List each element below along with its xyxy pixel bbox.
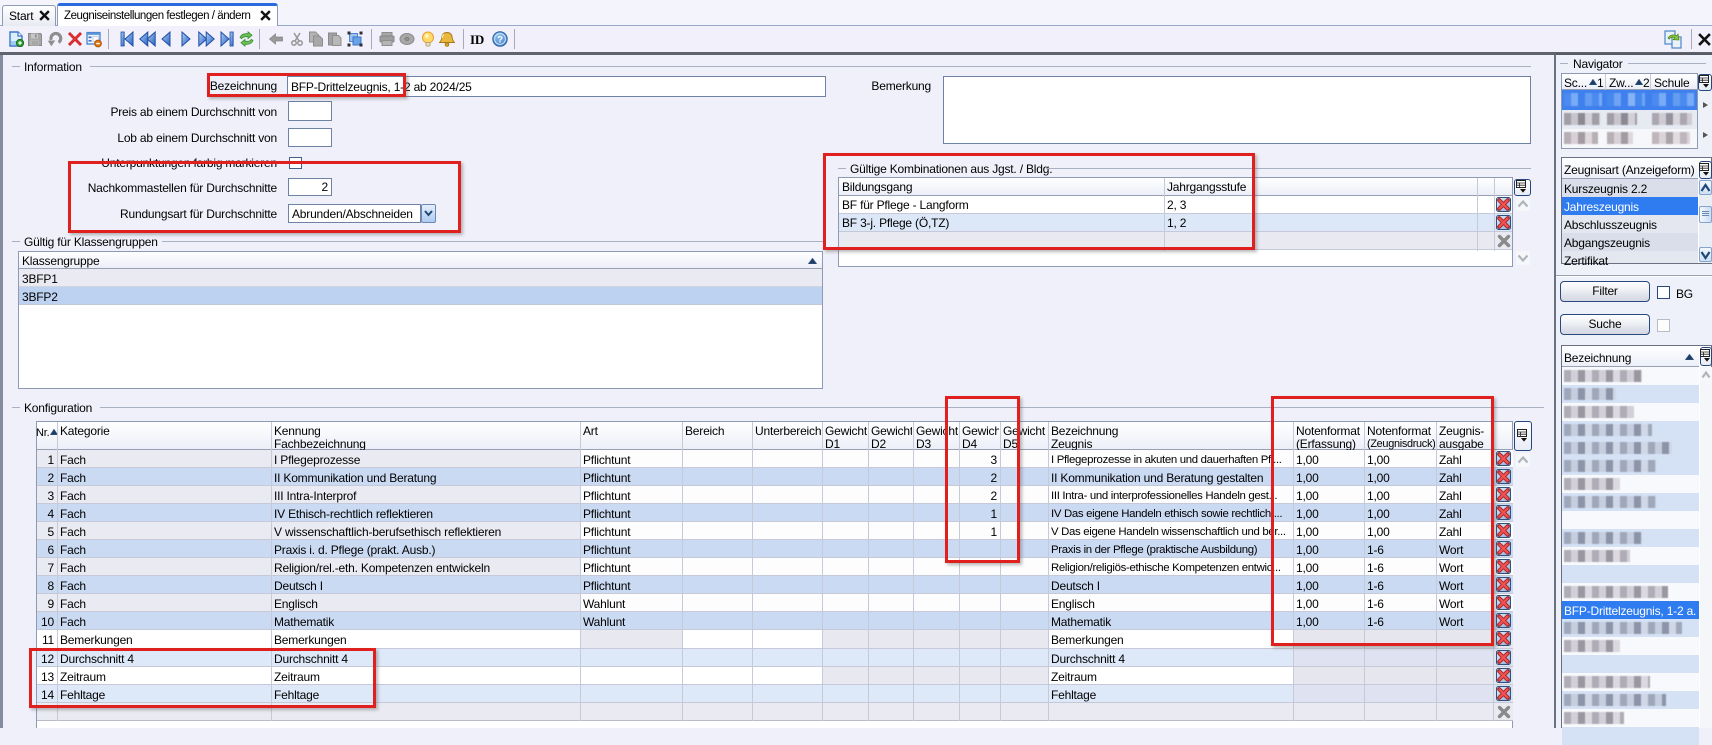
svg-text:?: ? (497, 35, 503, 46)
